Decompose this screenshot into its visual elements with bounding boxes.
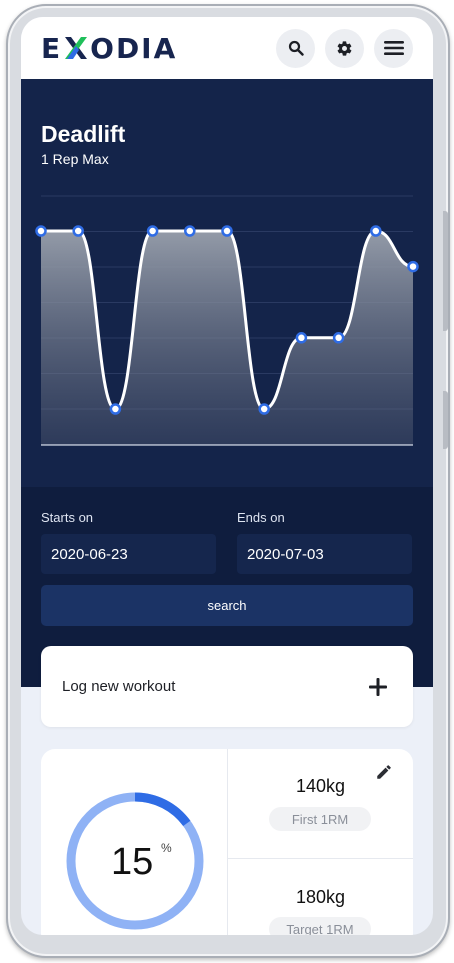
logo-x-mark-icon [65,37,88,59]
chart-data-point[interactable] [109,403,122,415]
chart-title: Deadlift [41,121,126,147]
app-header: E ODIA [21,17,433,79]
volume-button [443,211,448,331]
menu-icon [383,41,404,55]
ends-on-label: Ends on [237,510,285,525]
power-button [443,391,448,449]
stats-divider-horizontal [228,858,413,859]
stats-card: 15 % 140kg First 1RM 180kg Target 1RM [41,749,413,935]
chart-area-fill [41,231,413,445]
first-1rm-label: First 1RM [269,807,371,831]
search-button[interactable] [276,28,315,68]
search-submit-button[interactable]: search [41,585,413,626]
chart-data-point[interactable] [72,225,84,237]
chart-data-point[interactable] [370,225,382,237]
search-icon [288,40,304,56]
chart-subtitle: 1 Rep Max [41,151,109,167]
target-1rm-value: 180kg [295,887,346,907]
first-1rm-value: 140kg [295,776,346,796]
log-new-workout-label: Log new workout [62,678,176,695]
chart-data-point[interactable] [35,225,47,237]
menu-button[interactable] [374,28,413,68]
logo-text-right: ODIA [90,31,178,65]
log-new-workout-card[interactable]: Log new workout [41,646,413,727]
chart-data-point[interactable] [184,225,196,237]
chart-data-point[interactable] [332,332,345,344]
plus-icon [369,677,387,696]
gear-icon [337,40,352,56]
app-screen: E ODIA Deadlift 1 Rep Max Starts on 2020… [21,17,433,935]
chart-data-point[interactable] [407,260,419,273]
header-actions [276,28,413,68]
exodia-logo[interactable]: E ODIA [41,32,177,65]
ends-on-field[interactable]: 2020-07-03 [237,534,412,574]
progress-value: 15 [111,841,154,883]
chart-data-point[interactable] [146,225,159,237]
chart-panel: Deadlift 1 Rep Max [21,79,433,487]
starts-on-field[interactable]: 2020-06-23 [41,534,216,574]
chart-data-point[interactable] [258,403,270,415]
progress-unit: % [161,841,172,855]
logo-text-left: E [41,31,63,65]
starts-on-label: Starts on [41,510,94,525]
chart-data-point[interactable] [221,225,233,237]
settings-button[interactable] [325,28,364,68]
target-1rm-label: Target 1RM [269,917,371,935]
chart-data-point[interactable] [295,332,308,344]
